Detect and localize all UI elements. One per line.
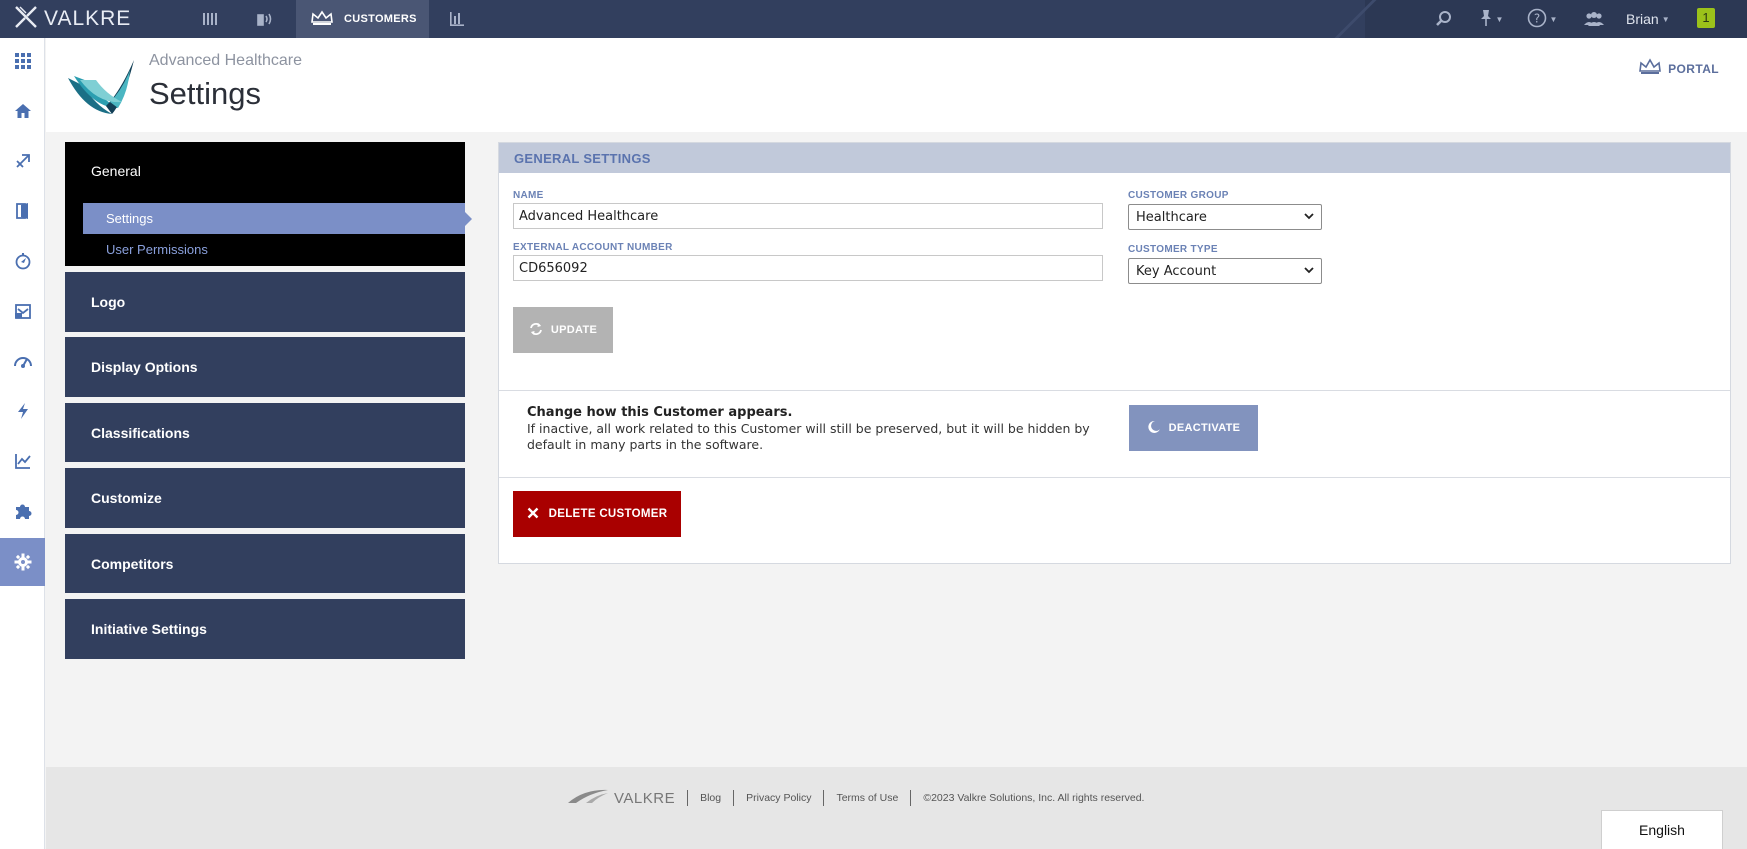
company-name: Advanced Healthcare — [149, 52, 302, 69]
customer-logo — [64, 56, 138, 118]
delete-customer-label: DELETE CUSTOMER — [548, 508, 668, 520]
copyright-text: ©2023 Valkre Solutions, Inc. All rights … — [923, 792, 1145, 804]
page-header: Advanced Healthcare Settings PORTAL — [46, 38, 1747, 132]
customer-type-select[interactable]: Key Account — [1128, 258, 1322, 284]
name-label: NAME — [513, 190, 544, 201]
external-account-input[interactable] — [513, 255, 1103, 281]
valkre-swoosh-icon — [566, 787, 610, 809]
valkre-logo-icon — [14, 5, 38, 33]
footer-links: VALKRE Blog Privacy Policy Terms of Use … — [566, 787, 1144, 809]
top-navigation-bar: VALKRE CUSTOMERS ▼ ? ▼ Brian ▼ 1 — [0, 0, 1747, 38]
tab-customers[interactable]: CUSTOMERS — [296, 0, 429, 38]
menu-section-general: General Settings User Permissions — [65, 142, 472, 266]
deactivate-title: Change how this Customer appears. — [527, 405, 793, 420]
delete-customer-button[interactable]: DELETE CUSTOMER — [513, 491, 681, 537]
separator — [733, 790, 735, 806]
footer-link-blog[interactable]: Blog — [700, 792, 721, 804]
footer-link-privacy[interactable]: Privacy Policy — [746, 792, 811, 804]
crown-icon — [310, 10, 334, 29]
customer-group-select[interactable]: Healthcare — [1128, 204, 1322, 230]
menu-item-classifications[interactable]: Classifications — [65, 403, 465, 462]
customer-group-label: CUSTOMER GROUP — [1128, 190, 1229, 201]
lightning-icon[interactable] — [0, 388, 45, 434]
valkre-logo[interactable]: VALKRE — [14, 4, 131, 34]
chevron-down-icon: ▼ — [1549, 14, 1558, 24]
chevron-down-icon — [1304, 212, 1314, 223]
speed-icon[interactable] — [0, 338, 45, 384]
brand-name: VALKRE — [44, 7, 132, 30]
update-button[interactable]: UPDATE — [513, 307, 613, 353]
user-name: Brian — [1626, 11, 1659, 27]
gear-icon[interactable] — [0, 538, 45, 586]
general-settings-panel: GENERAL SETTINGS NAME EXTERNAL ACCOUNT N… — [498, 142, 1731, 564]
update-label: UPDATE — [550, 324, 598, 336]
help-menu[interactable]: ? ▼ — [1524, 0, 1560, 38]
name-input[interactable] — [513, 203, 1103, 229]
close-icon — [527, 507, 539, 522]
portal-label: PORTAL — [1668, 61, 1719, 76]
menu-item-display-options[interactable]: Display Options — [65, 337, 465, 397]
sub-item-user-permissions[interactable]: User Permissions — [83, 234, 465, 265]
external-account-label: EXTERNAL ACCOUNT NUMBER — [513, 242, 673, 253]
chevron-down-icon: ▼ — [1661, 14, 1670, 24]
compass-icon[interactable] — [0, 238, 45, 284]
search-icon[interactable] — [1424, 0, 1464, 38]
team-icon[interactable] — [1580, 0, 1608, 38]
customer-type-value: Key Account — [1136, 263, 1217, 279]
sub-item-settings[interactable]: Settings — [83, 203, 472, 234]
footer-link-terms[interactable]: Terms of Use — [836, 792, 898, 804]
inbox-icon[interactable] — [0, 288, 45, 334]
footer-brand: VALKRE — [614, 789, 676, 807]
language-selector[interactable]: English — [1601, 810, 1723, 849]
deactivate-button[interactable]: DEACTIVATE — [1129, 405, 1258, 451]
menu-item-logo[interactable]: Logo — [65, 272, 465, 332]
panel-heading: GENERAL SETTINGS — [499, 143, 1730, 173]
svg-text:?: ? — [1533, 11, 1539, 25]
broadcast-icon[interactable] — [246, 0, 286, 38]
menu-item-competitors[interactable]: Competitors — [65, 534, 465, 593]
notification-badge[interactable]: 1 — [1697, 8, 1715, 28]
separator — [910, 790, 912, 806]
chart-icon[interactable] — [437, 0, 477, 38]
chevron-down-icon: ▼ — [1495, 14, 1504, 24]
deactivate-description: If inactive, all work related to this Cu… — [527, 421, 1090, 452]
separator — [823, 790, 825, 806]
left-rail — [0, 38, 45, 849]
moon-icon — [1147, 420, 1161, 437]
footer: VALKRE Blog Privacy Policy Terms of Use … — [46, 767, 1747, 849]
chevron-down-icon — [1304, 266, 1314, 277]
pin-icon — [1479, 9, 1493, 30]
portal-link[interactable]: PORTAL — [1638, 58, 1719, 79]
customer-group-value: Healthcare — [1136, 209, 1207, 225]
bars-icon[interactable] — [190, 0, 230, 38]
customer-type-label: CUSTOMER TYPE — [1128, 244, 1218, 255]
menu-item-general[interactable]: General — [91, 163, 141, 179]
menu-item-customize[interactable]: Customize — [65, 468, 465, 528]
user-menu[interactable]: Brian ▼ — [1626, 0, 1690, 38]
tab-customers-label: CUSTOMERS — [344, 13, 417, 25]
separator — [687, 790, 689, 806]
help-icon: ? — [1527, 8, 1547, 31]
refresh-icon — [529, 322, 543, 339]
puzzle-icon[interactable] — [0, 488, 45, 534]
page-title: Settings — [149, 76, 262, 111]
divider — [499, 390, 1730, 391]
door-icon[interactable] — [0, 188, 45, 234]
pin-menu[interactable]: ▼ — [1474, 0, 1508, 38]
home-icon[interactable] — [0, 88, 45, 134]
expand-icon[interactable] — [0, 138, 45, 184]
divider — [499, 477, 1730, 478]
footer-logo[interactable]: VALKRE — [566, 787, 675, 809]
analytics-icon[interactable] — [0, 438, 45, 484]
crown-icon — [1638, 58, 1662, 79]
deactivate-label: DEACTIVATE — [1168, 422, 1241, 434]
menu-item-initiative-settings[interactable]: Initiative Settings — [65, 599, 465, 659]
apps-grid-icon[interactable] — [0, 38, 45, 84]
